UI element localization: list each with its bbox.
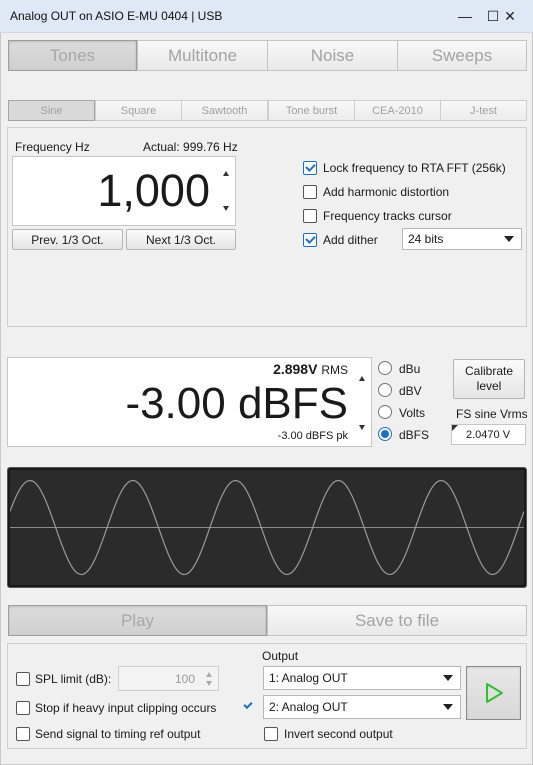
frequency-label: Frequency Hz [15, 140, 90, 154]
spl-limit-checkbox[interactable] [16, 672, 30, 686]
tab-noise[interactable]: Noise [267, 40, 398, 71]
calibrate-line-1: Calibrate [464, 364, 514, 378]
tab-tones[interactable]: Tones [8, 40, 137, 71]
spl-stepper[interactable] [202, 669, 216, 689]
output-1-value: 1: Analog OUT [269, 671, 348, 685]
up-arrow-icon[interactable] [223, 171, 229, 176]
unit-radio-dbu[interactable] [378, 361, 392, 375]
fs-sine-field[interactable]: 2.0470 V [451, 424, 526, 445]
tab-sweeps[interactable]: Sweeps [397, 40, 527, 71]
spl-limit-label: SPL limit (dB): [35, 672, 112, 686]
rms-readout: 2.898V RMS [14, 359, 348, 380]
stop-clipping-checkbox[interactable] [16, 701, 30, 715]
timing-ref-checkbox[interactable] [16, 727, 30, 741]
subtab-sine[interactable]: Sine [8, 100, 95, 121]
unit-radio-dbv[interactable] [378, 383, 392, 397]
minimize-button[interactable]: — [452, 4, 478, 28]
down-arrow-icon[interactable] [223, 206, 229, 211]
spl-limit-value: 100 [174, 672, 195, 686]
subtab-j-test[interactable]: J-test [440, 100, 527, 121]
stop-clipping-label: Stop if heavy input clipping occurs [35, 701, 217, 715]
unit-radio-volts[interactable] [378, 405, 392, 419]
dither-bits-value: 24 bits [408, 232, 444, 246]
down-arrow-icon[interactable] [206, 681, 212, 686]
down-arrow-icon[interactable] [359, 425, 365, 430]
calibrate-level-button[interactable]: Calibrate level [453, 359, 525, 399]
play-icon [485, 683, 503, 703]
invert-second-label: Invert second output [284, 727, 393, 741]
tab-multitone[interactable]: Multitone [137, 40, 268, 71]
window-title: Analog OUT on ASIO E-MU 0404 | USB [10, 9, 223, 23]
unit-label-dbv: dBV [399, 384, 422, 398]
timing-ref-label: Send signal to timing ref output [35, 727, 201, 741]
harmonic-distortion-checkbox[interactable] [303, 185, 317, 199]
unit-radio-dbfs[interactable] [378, 427, 392, 441]
rms-value: 2.898V [273, 361, 318, 377]
chevron-down-icon [504, 236, 514, 242]
level-stepper[interactable] [354, 362, 370, 444]
peak-readout: -3.00 dBFS pk [277, 430, 348, 442]
subtab-sawtooth[interactable]: Sawtooth [181, 100, 268, 121]
dither-bits-select[interactable]: 24 bits [402, 228, 522, 250]
up-arrow-icon[interactable] [359, 376, 365, 381]
frequency-stepper[interactable] [218, 158, 234, 224]
output-2-value: 2: Analog OUT [269, 700, 348, 714]
output-1-select[interactable]: 1: Analog OUT [263, 666, 461, 690]
rms-unit: RMS [321, 363, 348, 377]
dither-label: Add dither [323, 233, 378, 247]
unit-label-volts: Volts [399, 406, 426, 420]
waveform-display [10, 470, 524, 585]
save-to-file-button[interactable]: Save to file [267, 605, 527, 636]
up-arrow-icon[interactable] [206, 672, 212, 677]
corner-marker-icon [452, 425, 458, 431]
tracks-cursor-label: Frequency tracks cursor [323, 209, 452, 223]
play-button[interactable]: Play [8, 605, 267, 636]
play-start-button[interactable] [466, 666, 521, 720]
calibrate-line-2: level [476, 379, 502, 393]
lock-rta-label: Lock frequency to RTA FFT (256k) [323, 161, 506, 175]
invert-second-checkbox[interactable] [264, 727, 278, 741]
lock-rta-checkbox[interactable] [303, 161, 317, 175]
subtab-tone-burst[interactable]: Tone burst [268, 100, 355, 121]
unit-label-dbfs: dBFS [399, 428, 430, 442]
close-button[interactable]: ✕ [497, 4, 523, 28]
tracks-cursor-checkbox[interactable] [303, 209, 317, 223]
frequency-value[interactable]: 1,000 [20, 163, 210, 219]
subtab-cea-2010[interactable]: CEA-2010 [354, 100, 441, 121]
output-label: Output [262, 649, 299, 663]
unit-label-dbu: dBu [399, 362, 421, 376]
next-third-octave-button[interactable]: Next 1/3 Oct. [126, 229, 236, 250]
harmonic-distortion-label: Add harmonic distortion [323, 185, 450, 199]
fs-sine-label: FS sine Vrms [456, 407, 528, 421]
output-2-select[interactable]: 2: Analog OUT [263, 695, 461, 719]
subtab-square[interactable]: Square [95, 100, 182, 121]
level-value[interactable]: -3.00 dBFS [14, 378, 348, 430]
dither-checkbox[interactable] [303, 233, 317, 247]
actual-frequency: Actual: 999.76 Hz [143, 140, 238, 154]
fs-sine-value: 2.0470 V [466, 428, 511, 441]
chevron-down-icon [443, 704, 453, 710]
chevron-down-icon [443, 675, 453, 681]
prev-third-octave-button[interactable]: Prev. 1/3 Oct. [12, 229, 123, 250]
